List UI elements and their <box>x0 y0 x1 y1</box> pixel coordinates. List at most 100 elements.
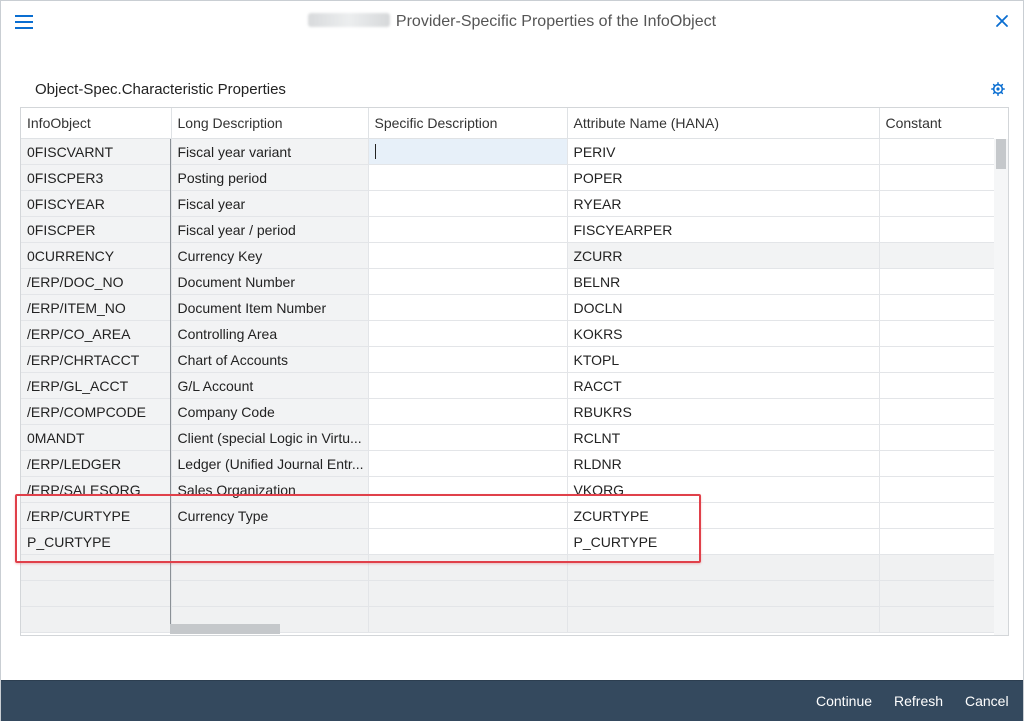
attribute-name-input[interactable]: RLDNR <box>567 450 880 477</box>
constant-input[interactable] <box>879 424 995 451</box>
specific-description-input[interactable] <box>368 346 568 373</box>
constant-input[interactable] <box>879 268 995 295</box>
table-row[interactable]: /ERP/COMPCODE Company Code RBUKRS <box>21 398 995 425</box>
constant-input[interactable] <box>879 216 995 243</box>
table-row[interactable]: /ERP/GL_ACCT G/L Account RACCT <box>21 372 995 399</box>
constant-input[interactable] <box>879 450 995 477</box>
table-row[interactable]: /ERP/LEDGER Ledger (Unified Journal Entr… <box>21 450 995 477</box>
infoobject-cell: /ERP/GL_ACCT <box>21 372 172 399</box>
constant-input[interactable] <box>879 346 995 373</box>
attribute-name-input[interactable]: ZCURR <box>567 242 880 269</box>
constant-input[interactable] <box>879 164 995 191</box>
vertical-scrollbar[interactable] <box>994 139 1008 635</box>
column-header-infoobject[interactable]: InfoObject <box>21 108 172 139</box>
specific-description-input[interactable] <box>368 268 568 295</box>
table-row[interactable]: /ERP/CHRTACCT Chart of Accounts KTOPL <box>21 346 995 373</box>
long-description-cell: Currency Type <box>171 502 369 529</box>
attribute-name-input[interactable]: RYEAR <box>567 190 880 217</box>
table-row[interactable]: 0MANDT Client (special Logic in Virtu...… <box>21 424 995 451</box>
horizontal-scrollbar-thumb[interactable] <box>170 624 280 634</box>
constant-input[interactable] <box>879 242 995 269</box>
specific-description-input[interactable] <box>368 528 568 555</box>
infoobject-cell: /ERP/LEDGER <box>21 450 172 477</box>
infoobject-cell: 0CURRENCY <box>21 242 172 269</box>
attribute-name-input[interactable]: FISCYEARPER <box>567 216 880 243</box>
specific-description-input[interactable] <box>368 502 568 529</box>
attribute-name-input[interactable]: P_CURTYPE <box>567 528 880 555</box>
constant-input[interactable] <box>879 372 995 399</box>
constant-input[interactable] <box>879 476 995 503</box>
infoobject-cell: /ERP/CURTYPE <box>21 502 172 529</box>
infoobject-cell: 0FISCPER <box>21 216 172 243</box>
table-row[interactable]: 0FISCVARNT Fiscal year variant PERIV <box>21 138 995 165</box>
table-row[interactable]: 0FISCYEAR Fiscal year RYEAR <box>21 190 995 217</box>
continue-button[interactable]: Continue <box>816 681 872 721</box>
infoobject-cell: 0FISCYEAR <box>21 190 172 217</box>
table-row[interactable]: 0CURRENCY Currency Key ZCURR <box>21 242 995 269</box>
empty-row <box>21 580 995 607</box>
attribute-name-input[interactable]: ZCURTYPE <box>567 502 880 529</box>
properties-table: InfoObject Long Description Specific Des… <box>20 107 1009 636</box>
constant-input[interactable] <box>879 320 995 347</box>
column-header-constant[interactable]: Constant <box>879 108 995 139</box>
infoobject-cell: 0FISCPER3 <box>21 164 172 191</box>
infoobject-cell: 0MANDT <box>21 424 172 451</box>
specific-description-input[interactable] <box>368 138 568 165</box>
constant-input[interactable] <box>879 398 995 425</box>
specific-description-input[interactable] <box>368 372 568 399</box>
constant-input[interactable] <box>879 138 995 165</box>
attribute-name-input[interactable]: BELNR <box>567 268 880 295</box>
constant-input[interactable] <box>879 294 995 321</box>
specific-description-input[interactable] <box>368 164 568 191</box>
attribute-name-input[interactable]: VKORG <box>567 476 880 503</box>
specific-description-input[interactable] <box>368 242 568 269</box>
specific-description-input[interactable] <box>368 294 568 321</box>
attribute-name-input[interactable]: KOKRS <box>567 320 880 347</box>
scrollbar-header-cap <box>994 108 1008 140</box>
long-description-cell: Fiscal year <box>171 190 369 217</box>
specific-description-input[interactable] <box>368 424 568 451</box>
attribute-name-input[interactable]: RACCT <box>567 372 880 399</box>
column-header-specific-description[interactable]: Specific Description <box>368 108 568 139</box>
cancel-button[interactable]: Cancel <box>965 681 1009 721</box>
long-description-cell: Fiscal year variant <box>171 138 369 165</box>
specific-description-input[interactable] <box>368 216 568 243</box>
attribute-name-input[interactable]: KTOPL <box>567 346 880 373</box>
close-icon[interactable] <box>993 12 1011 30</box>
attribute-name-input[interactable]: RCLNT <box>567 424 880 451</box>
table-row[interactable]: 0FISCPER Fiscal year / period FISCYEARPE… <box>21 216 995 243</box>
attribute-name-input[interactable]: DOCLN <box>567 294 880 321</box>
refresh-button[interactable]: Refresh <box>894 681 943 721</box>
column-header-long-description[interactable]: Long Description <box>171 108 369 139</box>
table-row[interactable]: /ERP/CURTYPE Currency Type ZCURTYPE <box>21 502 995 529</box>
specific-description-input[interactable] <box>368 320 568 347</box>
infoobject-cell: /ERP/CHRTACCT <box>21 346 172 373</box>
table-row[interactable]: /ERP/DOC_NO Document Number BELNR <box>21 268 995 295</box>
constant-input[interactable] <box>879 528 995 555</box>
long-description-cell: G/L Account <box>171 372 369 399</box>
infoobject-cell: P_CURTYPE <box>21 528 172 555</box>
dialog-title: Provider-Specific Properties of the Info… <box>395 13 717 30</box>
empty-row <box>21 554 995 581</box>
column-header-attribute-name[interactable]: Attribute Name (HANA) <box>567 108 880 139</box>
empty-row <box>21 606 995 633</box>
specific-description-input[interactable] <box>368 450 568 477</box>
vertical-scrollbar-thumb[interactable] <box>996 139 1006 169</box>
constant-input[interactable] <box>879 502 995 529</box>
infoobject-cell: /ERP/COMPCODE <box>21 398 172 425</box>
specific-description-input[interactable] <box>368 190 568 217</box>
attribute-name-input[interactable]: POPER <box>567 164 880 191</box>
table-row[interactable]: /ERP/CO_AREA Controlling Area KOKRS <box>21 320 995 347</box>
attribute-name-input[interactable]: RBUKRS <box>567 398 880 425</box>
specific-description-input[interactable] <box>368 476 568 503</box>
table-row[interactable]: P_CURTYPE P_CURTYPE <box>21 528 995 555</box>
dialog-header: Provider-Specific Properties of the Info… <box>1 1 1023 45</box>
attribute-name-input[interactable]: PERIV <box>567 138 880 165</box>
table-row[interactable]: /ERP/SALESORG Sales Organization VKORG <box>21 476 995 503</box>
specific-description-input[interactable] <box>368 398 568 425</box>
settings-icon[interactable] <box>991 82 1005 96</box>
dialog-title-area: Provider-Specific Properties of the Info… <box>1 13 1023 31</box>
table-row[interactable]: /ERP/ITEM_NO Document Item Number DOCLN <box>21 294 995 321</box>
table-row[interactable]: 0FISCPER3 Posting period POPER <box>21 164 995 191</box>
constant-input[interactable] <box>879 190 995 217</box>
